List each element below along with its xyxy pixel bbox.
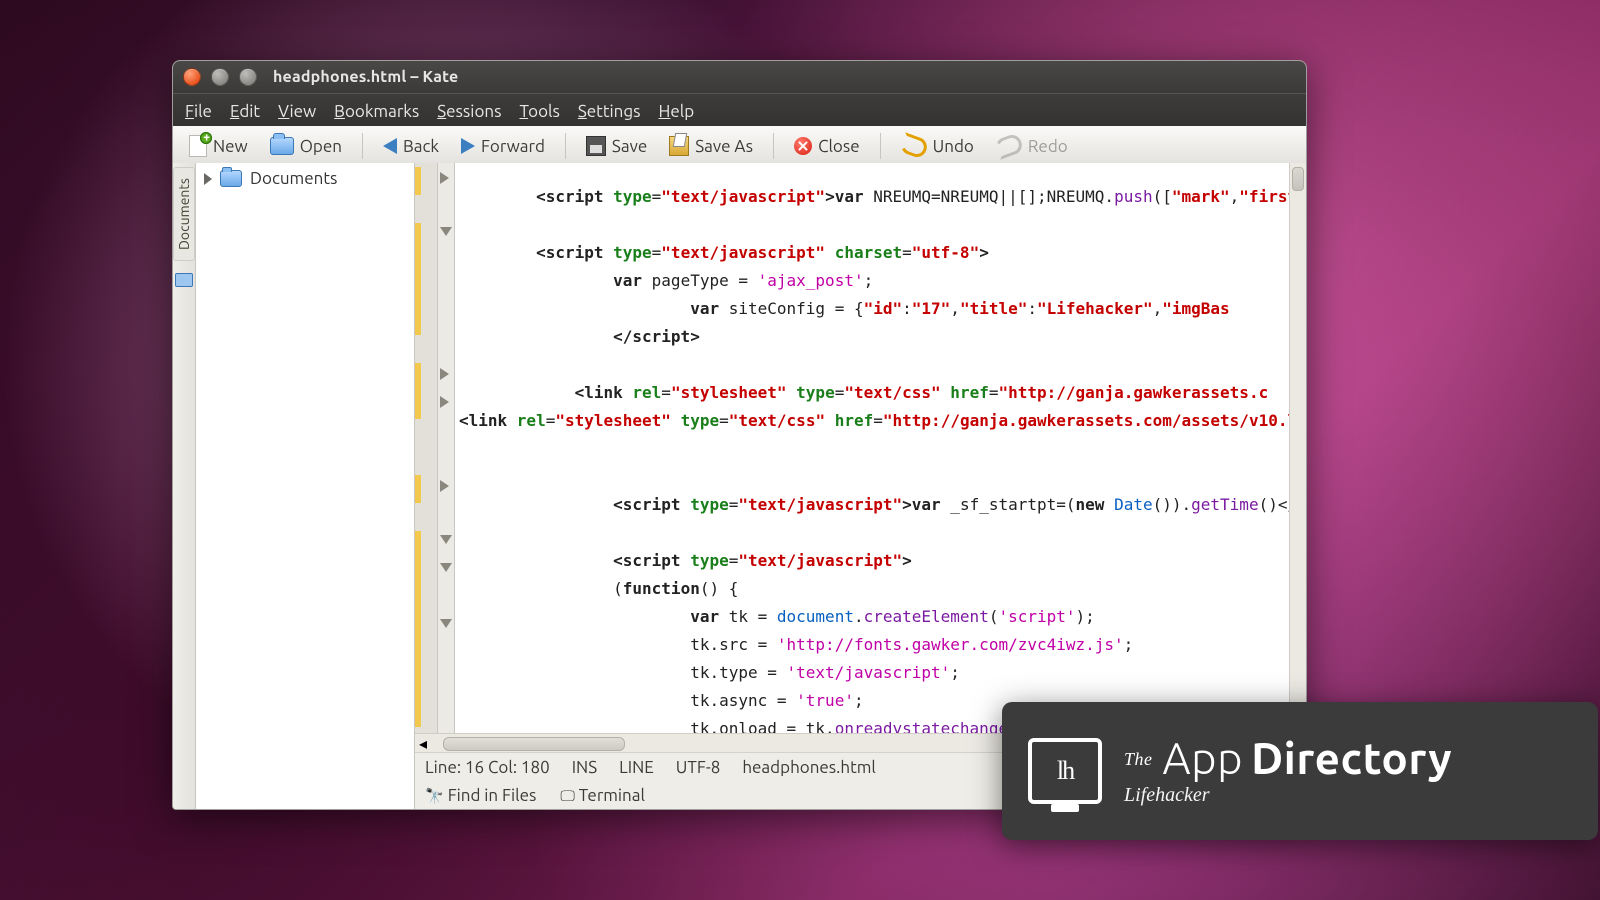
undo-button[interactable]: Undo xyxy=(893,133,982,159)
forward-button[interactable]: Forward xyxy=(453,134,553,159)
fold-marker-icon[interactable] xyxy=(440,619,452,628)
menu-tools[interactable]: Tools xyxy=(519,102,559,121)
fold-marker-icon[interactable] xyxy=(440,563,452,572)
new-label: New xyxy=(213,137,248,156)
close-button[interactable]: Close xyxy=(786,134,868,159)
fold-column[interactable] xyxy=(438,163,455,733)
menu-file[interactable]: File xyxy=(185,102,212,121)
vertical-scrollbar[interactable] xyxy=(1289,163,1306,733)
badge-lifehacker: Lifehacker xyxy=(1124,785,1452,805)
badge-text: The App Directory Lifehacker xyxy=(1124,737,1452,805)
toolbar-separator xyxy=(565,133,566,159)
open-button[interactable]: Open xyxy=(262,134,350,159)
modified-line-marker xyxy=(415,531,421,727)
status-encoding[interactable]: UTF-8 xyxy=(676,758,721,777)
app-directory-badge: lh The App Directory Lifehacker xyxy=(1002,702,1598,840)
badge-the: The xyxy=(1124,750,1153,768)
save-button[interactable]: Save xyxy=(578,133,655,159)
toolbar-separator xyxy=(773,133,774,159)
fold-marker-icon[interactable] xyxy=(440,172,449,184)
terminal-tab[interactable]: 🖵Terminal xyxy=(560,786,645,805)
close-icon xyxy=(794,137,812,155)
code-content[interactable]: <script type="text/javascript">var NREUM… xyxy=(455,179,1306,733)
toolbar-separator xyxy=(362,133,363,159)
redo-label: Redo xyxy=(1028,137,1068,156)
menu-edit[interactable]: Edit xyxy=(230,102,260,121)
status-insert-mode[interactable]: INS xyxy=(572,758,597,777)
folder-icon xyxy=(220,170,242,187)
window-close-button[interactable] xyxy=(183,68,201,86)
toolbar: New Open Back Forward Save Save As Close… xyxy=(173,126,1306,167)
fold-marker-icon[interactable] xyxy=(440,480,449,492)
horizontal-scroll-thumb[interactable] xyxy=(443,737,625,751)
titlebar[interactable]: headphones.html – Kate xyxy=(173,61,1306,93)
close-label: Close xyxy=(818,137,860,156)
status-filename: headphones.html xyxy=(742,758,876,777)
saveas-label: Save As xyxy=(695,137,753,156)
redo-button[interactable]: Redo xyxy=(988,133,1076,159)
menu-sessions[interactable]: Sessions xyxy=(437,102,501,121)
toolbar-separator xyxy=(880,133,881,159)
find-in-files-tab[interactable]: 🔭Find in Files xyxy=(425,786,536,805)
filesystem-tab-icon[interactable] xyxy=(175,273,193,287)
documents-tree[interactable]: Documents xyxy=(196,163,415,809)
tree-root-row[interactable]: Documents xyxy=(204,169,406,188)
status-linewrap[interactable]: LINE xyxy=(619,758,654,777)
back-arrow-icon xyxy=(383,138,397,154)
status-line-col: Line: 16 Col: 180 xyxy=(425,758,550,777)
editor: <script type="text/javascript">var NREUM… xyxy=(415,163,1306,733)
undo-label: Undo xyxy=(933,137,974,156)
menubar: File Edit View Bookmarks Sessions Tools … xyxy=(173,93,1306,126)
back-button[interactable]: Back xyxy=(375,134,447,159)
expand-triangle-icon[interactable] xyxy=(204,173,212,185)
tree-root-label: Documents xyxy=(250,169,337,188)
save-label: Save xyxy=(612,137,647,156)
side-tab-documents[interactable]: Documents xyxy=(173,167,195,261)
code-area[interactable]: <script type="text/javascript">var NREUM… xyxy=(455,163,1306,733)
badge-directory: Directory xyxy=(1251,737,1452,781)
forward-arrow-icon xyxy=(461,138,475,154)
menu-view[interactable]: View xyxy=(278,102,316,121)
modified-line-marker xyxy=(415,223,421,335)
vertical-scroll-thumb[interactable] xyxy=(1292,167,1304,191)
save-as-icon xyxy=(669,136,689,156)
fold-marker-icon[interactable] xyxy=(440,368,449,380)
fold-marker-icon[interactable] xyxy=(440,227,452,236)
window-title: headphones.html – Kate xyxy=(273,68,458,86)
redo-icon xyxy=(993,132,1024,160)
back-label: Back xyxy=(403,137,439,156)
window-minimize-button[interactable] xyxy=(211,68,229,86)
menu-bookmarks[interactable]: Bookmarks xyxy=(334,102,419,121)
new-file-icon xyxy=(189,135,207,157)
terminal-icon: 🖵 xyxy=(560,787,574,804)
forward-label: Forward xyxy=(481,137,545,156)
save-disk-icon xyxy=(586,136,606,156)
monitor-icon: lh xyxy=(1028,738,1102,804)
side-tabs: Documents xyxy=(173,163,196,809)
open-label: Open xyxy=(300,137,342,156)
kate-window: headphones.html – Kate File Edit View Bo… xyxy=(172,60,1307,810)
fold-marker-icon[interactable] xyxy=(440,396,449,408)
binoculars-icon: 🔭 xyxy=(425,787,444,804)
window-maximize-button[interactable] xyxy=(239,68,257,86)
icon-gutter[interactable] xyxy=(415,163,438,733)
modified-line-marker xyxy=(415,167,421,195)
lh-logo: lh xyxy=(1057,756,1073,786)
save-as-button[interactable]: Save As xyxy=(661,133,761,159)
scroll-left-button[interactable]: ◂ xyxy=(415,736,431,750)
menu-settings[interactable]: Settings xyxy=(578,102,641,121)
open-folder-icon xyxy=(270,137,294,155)
fold-marker-icon[interactable] xyxy=(440,535,452,544)
undo-icon xyxy=(898,132,929,160)
modified-line-marker xyxy=(415,363,421,419)
badge-app: App xyxy=(1163,737,1244,781)
new-button[interactable]: New xyxy=(181,132,256,160)
modified-line-marker xyxy=(415,475,421,503)
menu-help[interactable]: Help xyxy=(659,102,695,121)
